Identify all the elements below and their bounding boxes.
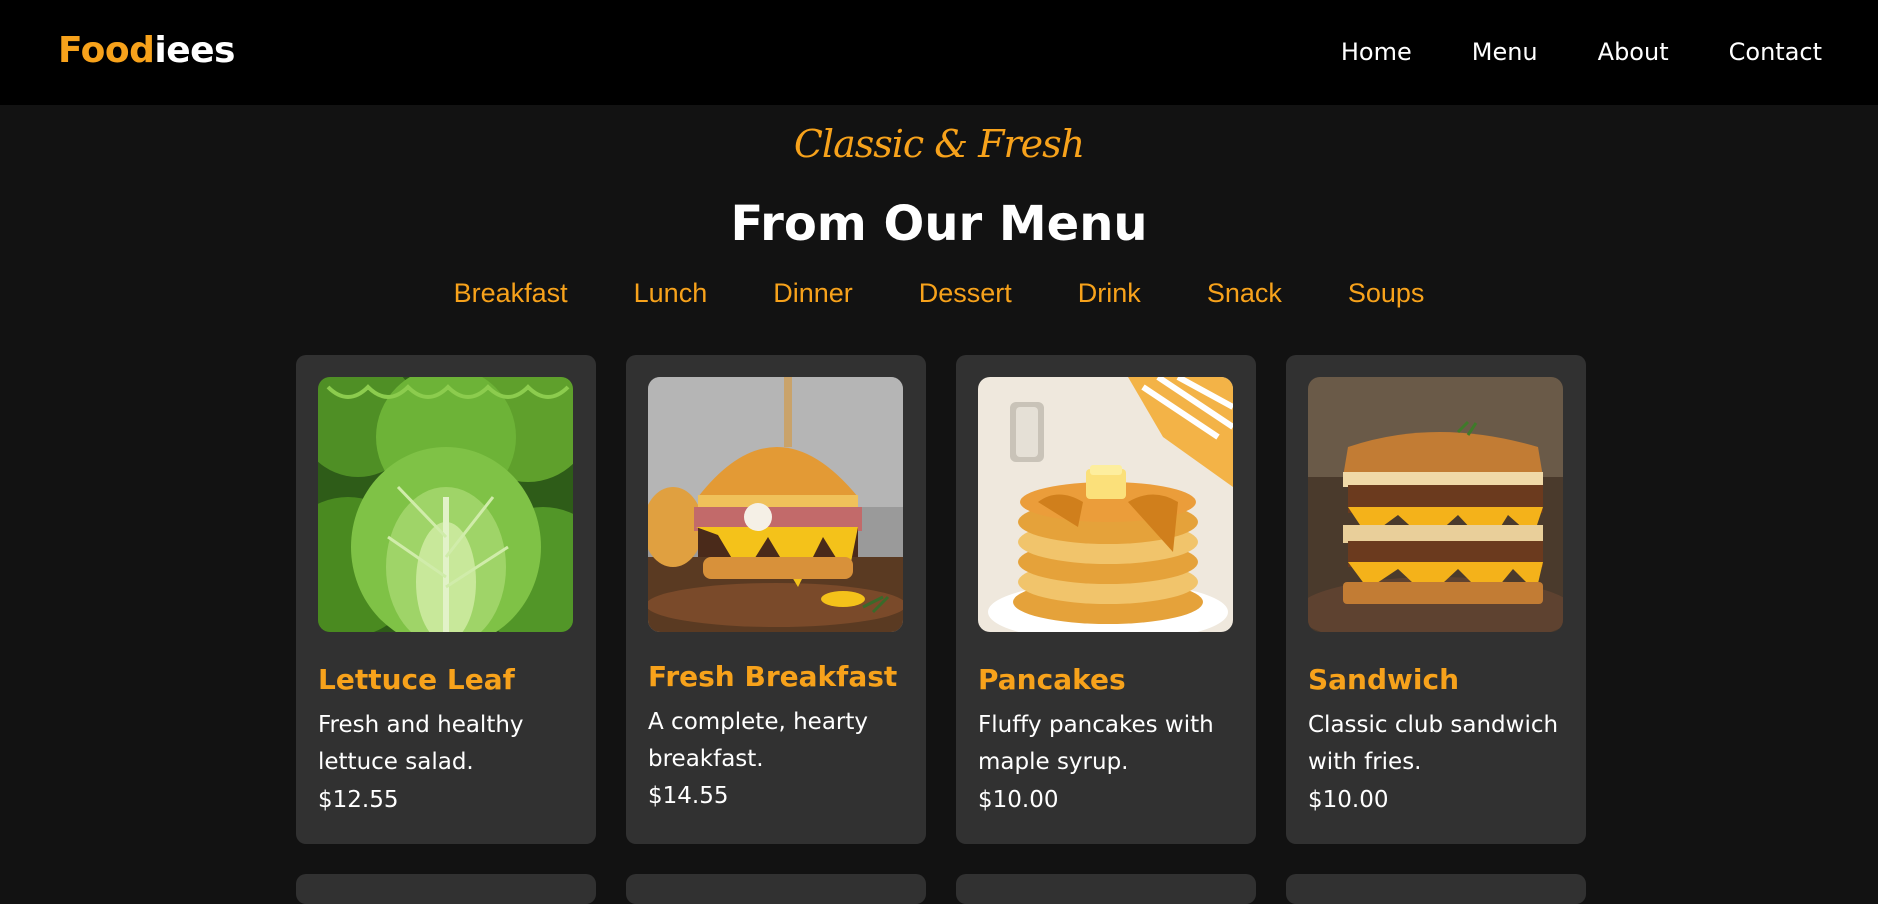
brand-logo[interactable]: Foodiees bbox=[58, 30, 235, 71]
menu-item-price: $12.55 bbox=[318, 787, 399, 813]
menu-item-name: Lettuce Leaf bbox=[318, 663, 515, 696]
menu-grid: Lettuce Leaf Fresh and healthy lettuce s… bbox=[296, 355, 1586, 844]
menu-card[interactable]: Pancakes Fluffy pancakes with maple syru… bbox=[956, 355, 1256, 844]
brand-logo-part1: Food bbox=[58, 30, 155, 71]
burger-image bbox=[648, 377, 903, 632]
menu-item-price: $10.00 bbox=[1308, 787, 1389, 813]
menu-item-description: A complete, hearty breakfast. bbox=[648, 709, 869, 772]
nav-home[interactable]: Home bbox=[1341, 38, 1412, 66]
nav-menu[interactable]: Menu bbox=[1472, 38, 1538, 66]
category-drink[interactable]: Drink bbox=[1078, 278, 1141, 309]
sandwich-image bbox=[1308, 377, 1563, 632]
menu-item-price: $14.55 bbox=[648, 783, 729, 809]
menu-item-price: $10.00 bbox=[978, 787, 1059, 813]
menu-card-partial[interactable] bbox=[1286, 874, 1586, 904]
category-filter: Breakfast Lunch Dinner Dessert Drink Sna… bbox=[0, 278, 1878, 309]
nav-links: Home Menu About Contact bbox=[1341, 38, 1822, 66]
navbar: Foodiees Home Menu About Contact bbox=[0, 0, 1878, 105]
menu-card[interactable]: Sandwich Classic club sandwich with frie… bbox=[1286, 355, 1586, 844]
lettuce-image bbox=[318, 377, 573, 632]
menu-card-partial[interactable] bbox=[956, 874, 1256, 904]
section-subtitle: Classic & Fresh bbox=[793, 122, 1085, 166]
pancakes-image bbox=[978, 377, 1233, 632]
category-soups[interactable]: Soups bbox=[1348, 278, 1425, 309]
category-dessert[interactable]: Dessert bbox=[919, 278, 1012, 309]
menu-card[interactable]: Lettuce Leaf Fresh and healthy lettuce s… bbox=[296, 355, 596, 844]
menu-card[interactable]: Fresh Breakfast A complete, hearty break… bbox=[626, 355, 926, 844]
menu-card-partial[interactable] bbox=[296, 874, 596, 904]
category-lunch[interactable]: Lunch bbox=[634, 278, 708, 309]
menu-item-name: Sandwich bbox=[1308, 663, 1460, 696]
menu-item-name: Pancakes bbox=[978, 663, 1126, 696]
nav-contact[interactable]: Contact bbox=[1729, 38, 1822, 66]
menu-grid-next-row bbox=[296, 874, 1586, 904]
section-title: From Our Menu bbox=[730, 196, 1148, 252]
menu-card-partial[interactable] bbox=[626, 874, 926, 904]
brand-logo-part2: iees bbox=[154, 30, 235, 71]
menu-item-description: Fluffy pancakes with maple syrup. bbox=[978, 712, 1214, 775]
category-breakfast[interactable]: Breakfast bbox=[454, 278, 568, 309]
menu-item-description: Classic club sandwich with fries. bbox=[1308, 712, 1559, 775]
menu-item-name: Fresh Breakfast bbox=[648, 660, 898, 693]
menu-item-description: Fresh and healthy lettuce salad. bbox=[318, 712, 524, 775]
nav-about[interactable]: About bbox=[1598, 38, 1669, 66]
category-snack[interactable]: Snack bbox=[1207, 278, 1282, 309]
category-dinner[interactable]: Dinner bbox=[773, 278, 853, 309]
